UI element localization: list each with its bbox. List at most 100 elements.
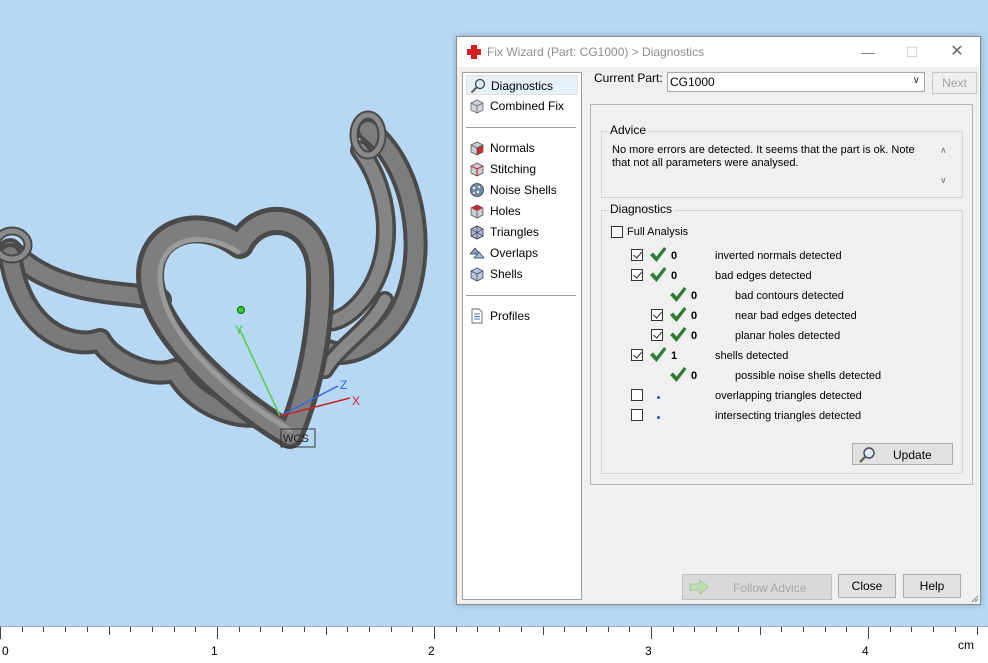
diagnostic-checkbox[interactable] bbox=[631, 349, 643, 361]
chevron-down-icon: ∨ bbox=[912, 75, 920, 86]
diagnostic-row: 0 near bad edges detected bbox=[602, 307, 962, 327]
green-check-icon bbox=[650, 247, 667, 262]
stitching-cube-icon bbox=[470, 162, 484, 177]
advice-scrollbar[interactable]: ∧ ∨ bbox=[936, 144, 952, 189]
sidebar-item-label: Stitching bbox=[490, 162, 537, 176]
diagnostic-row: 0 bad edges detected bbox=[602, 267, 962, 287]
diagnostic-checkbox[interactable] bbox=[631, 389, 643, 401]
diagnostic-row: 1 shells detected bbox=[602, 347, 962, 367]
sidebar-item-label: Profiles bbox=[490, 309, 531, 323]
full-analysis-checkbox[interactable] bbox=[611, 226, 623, 238]
sidebar-item-shells[interactable]: Shells bbox=[466, 264, 578, 284]
sidebar-item-diagnostics[interactable]: Diagnostics bbox=[466, 75, 578, 95]
ruler: 0 1 2 3 4 cm bbox=[0, 626, 988, 663]
advice-text: No more errors are detected. It seems th… bbox=[612, 144, 915, 169]
close-window-button[interactable]: ✕ bbox=[935, 37, 979, 67]
diagnostic-checkbox[interactable] bbox=[651, 309, 663, 321]
advice-group: Advice No more errors are detected. It s… bbox=[601, 123, 963, 198]
follow-advice-label: Follow Advice bbox=[733, 581, 807, 595]
ruler-label-3: 3 bbox=[645, 644, 652, 658]
green-check-icon bbox=[670, 367, 687, 382]
cube-icon bbox=[470, 99, 484, 114]
diagnostic-row: 0 possible noise shells detected bbox=[602, 367, 962, 387]
green-check-icon bbox=[670, 307, 687, 322]
document-icon bbox=[471, 308, 483, 324]
diagnostic-label: near bad edges detected bbox=[735, 310, 857, 322]
dialog-titlebar[interactable]: Fix Wizard (Part: CG1000) > Diagnostics … bbox=[457, 37, 980, 67]
normals-cube-icon bbox=[470, 141, 484, 156]
advice-title: Advice bbox=[608, 123, 649, 137]
diagnostic-count: 1 bbox=[671, 350, 678, 362]
diagnostic-row: 0 planar holes detected bbox=[602, 327, 962, 347]
red-cross-app-icon bbox=[467, 45, 481, 59]
triangles-icon bbox=[470, 225, 484, 240]
wcs-label: WCS bbox=[283, 433, 309, 445]
sidebar-item-combined-fix[interactable]: Combined Fix bbox=[466, 96, 578, 116]
sidebar-item-stitching[interactable]: Stitching bbox=[466, 159, 578, 179]
diagnostics-group: Diagnostics Full Analysis 0 inverted norm… bbox=[601, 202, 963, 474]
follow-advice-button[interactable]: Follow Advice bbox=[682, 574, 832, 600]
z-axis-label: Z bbox=[340, 378, 347, 392]
overlaps-icon bbox=[469, 247, 485, 259]
minimize-button[interactable]: — bbox=[846, 37, 890, 67]
close-button[interactable]: Close bbox=[838, 574, 896, 598]
current-part-dropdown[interactable]: CG1000 ∨ bbox=[667, 72, 925, 92]
magnifier-icon bbox=[470, 78, 486, 94]
diagnostic-checkbox[interactable] bbox=[631, 269, 643, 281]
diagnostic-checkbox[interactable] bbox=[631, 249, 643, 261]
diagnostic-checkbox[interactable] bbox=[631, 409, 643, 421]
green-check-icon bbox=[670, 327, 687, 342]
sidebar-item-noise-shells[interactable]: Noise Shells bbox=[466, 180, 578, 200]
x-axis-label: X bbox=[352, 394, 360, 408]
sidebar-item-profiles[interactable]: Profiles bbox=[466, 306, 578, 326]
diagnostic-count: 0 bbox=[671, 270, 678, 282]
sidebar-item-normals[interactable]: Normals bbox=[466, 138, 578, 158]
sidebar-divider bbox=[466, 295, 576, 296]
sidebar-item-label: Triangles bbox=[490, 225, 539, 239]
sidebar-item-label: Shells bbox=[490, 267, 523, 281]
sidebar-item-label: Diagnostics bbox=[491, 79, 554, 93]
diagnostic-checkbox[interactable] bbox=[651, 329, 663, 341]
current-part-value: CG1000 bbox=[670, 75, 715, 89]
sidebar-item-label: Noise Shells bbox=[490, 183, 557, 197]
diagnostic-row: intersecting triangles detected bbox=[602, 407, 962, 427]
update-button[interactable]: Update bbox=[852, 443, 953, 465]
fix-wizard-dialog: Fix Wizard (Part: CG1000) > Diagnostics … bbox=[456, 36, 981, 605]
help-button[interactable]: Help bbox=[903, 574, 961, 598]
diagnostic-count: 0 bbox=[691, 310, 698, 322]
sidebar-item-overlaps[interactable]: Overlaps bbox=[466, 243, 578, 263]
arrow-right-icon bbox=[689, 579, 709, 595]
diagnostic-label: possible noise shells detected bbox=[735, 370, 882, 382]
diagnostic-label: shells detected bbox=[715, 350, 789, 362]
ruler-unit: cm bbox=[958, 638, 974, 652]
diagnostic-row: 0 inverted normals detected bbox=[602, 247, 962, 267]
pending-dot-icon bbox=[657, 416, 660, 419]
pending-dot-icon bbox=[657, 396, 660, 399]
advice-textbox[interactable]: No more errors are detected. It seems th… bbox=[612, 144, 952, 189]
origin-marker bbox=[237, 306, 245, 314]
diagnostic-label: planar holes detected bbox=[735, 330, 841, 342]
noise-shells-icon bbox=[470, 183, 484, 197]
sidebar-item-triangles[interactable]: Triangles bbox=[466, 222, 578, 242]
diagnostic-row: overlapping triangles detected bbox=[602, 387, 962, 407]
sidebar-item-label: Overlaps bbox=[490, 246, 539, 260]
diagnostics-panel: Advice No more errors are detected. It s… bbox=[590, 104, 973, 485]
scroll-down-icon[interactable]: ∨ bbox=[940, 175, 947, 186]
sidebar-item-holes[interactable]: Holes bbox=[466, 201, 578, 221]
dialog-title: Fix Wizard (Part: CG1000) > Diagnostics bbox=[487, 45, 705, 59]
maximize-button[interactable]: ☐ bbox=[890, 37, 934, 67]
next-button[interactable]: Next bbox=[932, 72, 977, 94]
holes-cube-icon bbox=[470, 204, 484, 219]
green-check-icon bbox=[650, 267, 667, 282]
sidebar-divider bbox=[466, 127, 576, 128]
scroll-up-icon[interactable]: ∧ bbox=[940, 145, 947, 156]
resize-grip-icon[interactable] bbox=[969, 593, 979, 603]
ruler-label-2: 2 bbox=[428, 644, 435, 658]
diagnostic-label: bad edges detected bbox=[715, 270, 812, 282]
current-part-label: Current Part: bbox=[594, 71, 663, 85]
sidebar-item-label: Combined Fix bbox=[490, 99, 565, 113]
diagnostic-label: inverted normals detected bbox=[715, 250, 842, 262]
diagnostic-count: 0 bbox=[691, 330, 698, 342]
diagnostic-count: 0 bbox=[671, 250, 678, 262]
diagnostic-label: overlapping triangles detected bbox=[715, 390, 862, 402]
